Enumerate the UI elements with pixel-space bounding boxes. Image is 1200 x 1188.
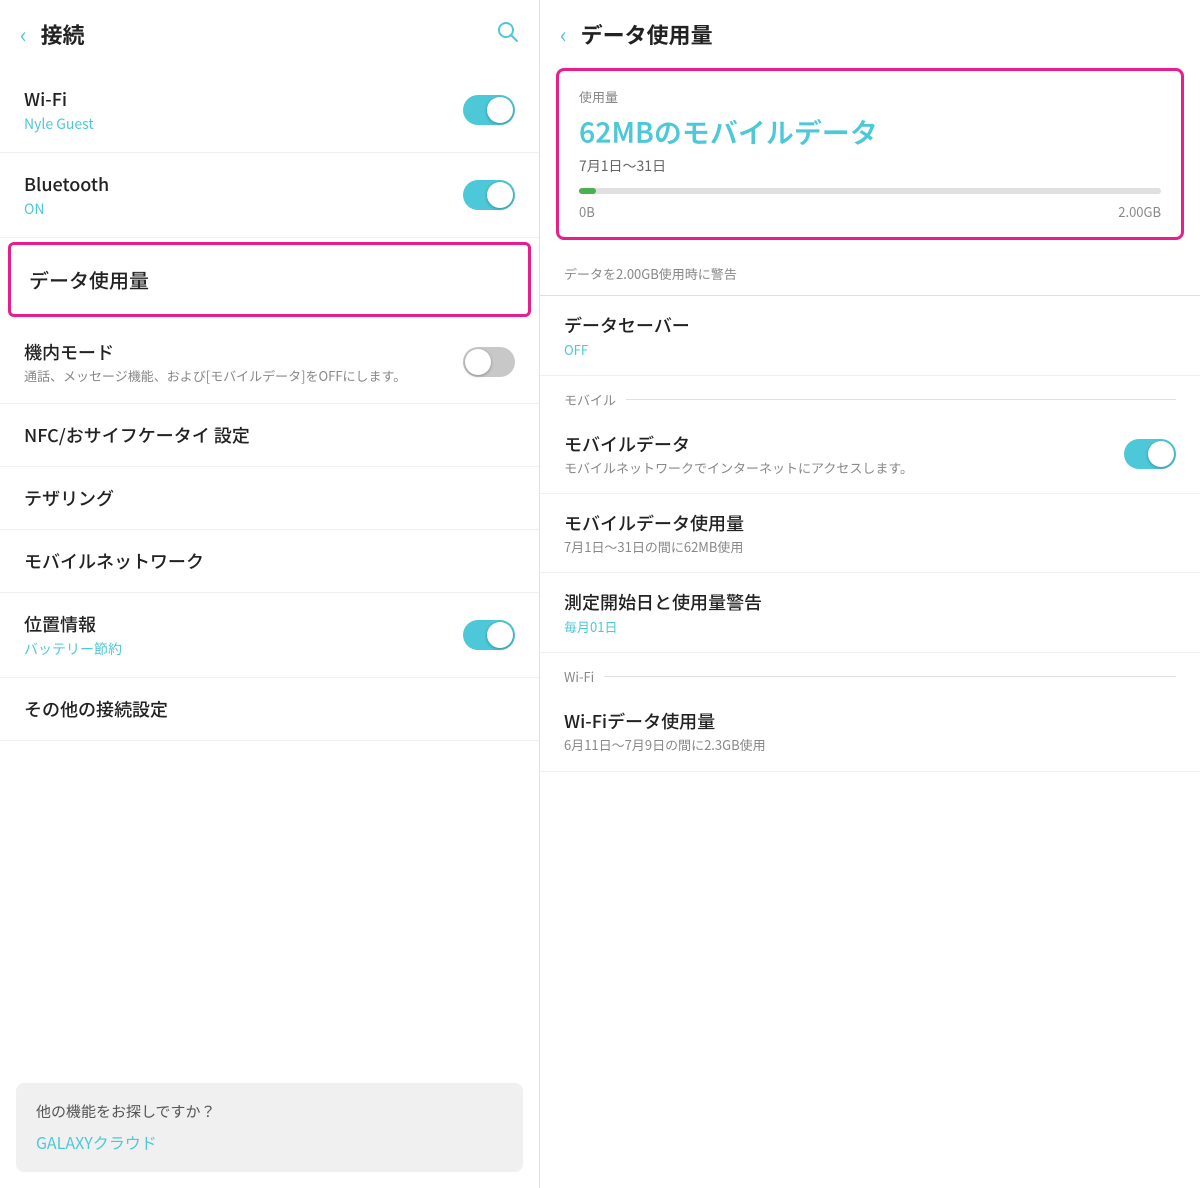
- suggestion-box: 他の機能をお探しですか？ GALAXYクラウド: [16, 1083, 523, 1172]
- mobile-data-desc: モバイルネットワークでインターネットにアクセスします。: [564, 459, 1124, 477]
- data-saver-title: データセーバー: [564, 312, 1176, 338]
- left-title: 接続: [41, 18, 495, 50]
- mobile-data-item[interactable]: モバイルデータ モバイルネットワークでインターネットにアクセスします。: [540, 415, 1200, 494]
- right-back-button[interactable]: ‹: [560, 18, 567, 50]
- bluetooth-toggle[interactable]: [463, 180, 515, 210]
- tethering-item[interactable]: テザリング: [0, 467, 539, 530]
- bluetooth-item[interactable]: Bluetooth ON: [0, 153, 539, 238]
- wifi-data-usage-item[interactable]: Wi-Fiデータ使用量 6月11日〜7月9日の間に2.3GB使用: [540, 692, 1200, 771]
- card-period: 7月1日〜31日: [579, 156, 1161, 176]
- airplane-title: 機内モード: [24, 339, 463, 365]
- wifi-toggle[interactable]: [463, 95, 515, 125]
- wifi-sub: Nyle Guest: [24, 114, 463, 134]
- mobile-data-toggle-knob: [1148, 441, 1174, 467]
- measurement-sub: 毎月01日: [564, 617, 1176, 636]
- location-sub: バッテリー節約: [24, 639, 463, 659]
- bluetooth-sub: ON: [24, 199, 463, 219]
- airplane-item[interactable]: 機内モード 通話、メッセージ機能、および[モバイルデータ]をOFFにします。: [0, 321, 539, 404]
- location-item[interactable]: 位置情報 バッテリー節約: [0, 593, 539, 678]
- mobile-network-item[interactable]: モバイルネットワーク: [0, 530, 539, 593]
- wifi-section-label: Wi-Fi: [540, 653, 1200, 692]
- card-label: 使用量: [579, 87, 1161, 106]
- mobile-data-toggle[interactable]: [1124, 439, 1176, 469]
- progress-bar: [579, 188, 1161, 194]
- progress-bar-fill: [579, 188, 596, 194]
- wifi-toggle-knob: [487, 97, 513, 123]
- location-title: 位置情報: [24, 611, 463, 637]
- mobile-data-usage-desc: 7月1日〜31日の間に62MB使用: [564, 538, 1176, 556]
- location-toggle[interactable]: [463, 620, 515, 650]
- wifi-item[interactable]: Wi-Fi Nyle Guest: [0, 68, 539, 153]
- right-header: ‹ データ使用量: [540, 0, 1200, 68]
- progress-labels: 0B 2.00GB: [579, 202, 1161, 221]
- data-usage-card: 使用量 62MBのモバイルデータ 7月1日〜31日 0B 2.00GB: [556, 68, 1184, 240]
- mobile-section-label: モバイル: [540, 376, 1200, 415]
- tethering-title: テザリング: [24, 485, 515, 511]
- left-panel: ‹ 接続 Wi-Fi Nyle Guest Bluetooth ON データ使用…: [0, 0, 540, 1188]
- left-back-button[interactable]: ‹: [20, 18, 27, 50]
- suggestion-link[interactable]: GALAXYクラウド: [36, 1130, 503, 1154]
- airplane-toggle[interactable]: [463, 347, 515, 377]
- other-connections-item[interactable]: その他の接続設定: [0, 678, 539, 741]
- right-title: データ使用量: [581, 18, 1180, 50]
- nfc-title: NFC/おサイフケータイ 設定: [24, 422, 515, 448]
- warning-text: データを2.00GB使用時に警告: [540, 252, 1200, 295]
- card-amount: 62MBのモバイルデータ: [579, 112, 1161, 152]
- wifi-title: Wi-Fi: [24, 86, 463, 112]
- progress-end: 2.00GB: [1118, 202, 1161, 221]
- other-connections-title: その他の接続設定: [24, 696, 515, 722]
- wifi-data-usage-title: Wi-Fiデータ使用量: [564, 708, 1176, 734]
- measurement-item[interactable]: 測定開始日と使用量警告 毎月01日: [540, 573, 1200, 653]
- mobile-data-usage-item[interactable]: モバイルデータ使用量 7月1日〜31日の間に62MB使用: [540, 494, 1200, 573]
- wifi-data-usage-desc: 6月11日〜7月9日の間に2.3GB使用: [564, 736, 1176, 754]
- suggestion-title: 他の機能をお探しですか？: [36, 1101, 503, 1122]
- mobile-data-usage-title: モバイルデータ使用量: [564, 510, 1176, 536]
- mobile-data-title: モバイルデータ: [564, 431, 1124, 457]
- data-usage-title: データ使用量: [29, 265, 510, 294]
- right-panel: ‹ データ使用量 使用量 62MBのモバイルデータ 7月1日〜31日 0B 2.…: [540, 0, 1200, 1188]
- left-header: ‹ 接続: [0, 0, 539, 68]
- measurement-title: 測定開始日と使用量警告: [564, 589, 1176, 615]
- bluetooth-toggle-knob: [487, 182, 513, 208]
- airplane-toggle-knob: [465, 349, 491, 375]
- mobile-network-title: モバイルネットワーク: [24, 548, 515, 574]
- location-toggle-knob: [487, 622, 513, 648]
- data-usage-item[interactable]: データ使用量: [8, 242, 531, 317]
- progress-start: 0B: [579, 202, 595, 221]
- airplane-desc: 通話、メッセージ機能、および[モバイルデータ]をOFFにします。: [24, 367, 463, 385]
- data-saver-sub: OFF: [564, 340, 1176, 359]
- data-saver-item[interactable]: データセーバー OFF: [540, 296, 1200, 376]
- nfc-item[interactable]: NFC/おサイフケータイ 設定: [0, 404, 539, 467]
- bluetooth-title: Bluetooth: [24, 171, 463, 197]
- search-icon[interactable]: [495, 18, 519, 50]
